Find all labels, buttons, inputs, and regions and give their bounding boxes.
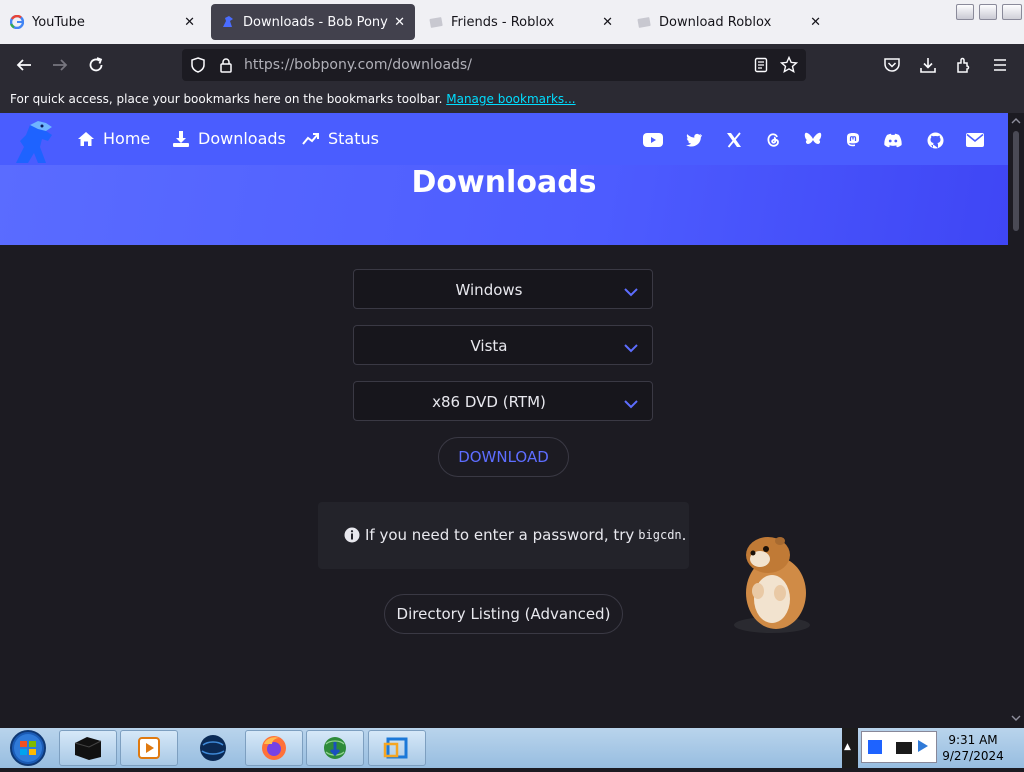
download-icon xyxy=(173,130,189,147)
taskbar-app-terminal[interactable] xyxy=(59,730,117,766)
tray-overflow-icon[interactable]: ▲ xyxy=(844,742,851,752)
bobpony-logo[interactable] xyxy=(12,117,64,165)
notice-text: If you need to enter a password, try xyxy=(365,526,635,544)
notice-period: . xyxy=(681,526,687,544)
tab-label: Friends - Roblox xyxy=(451,14,555,30)
build-select-value: x86 DVD (RTM) xyxy=(432,393,546,411)
download-button[interactable]: DOWNLOAD xyxy=(438,437,569,477)
nav-downloads-label: Downloads xyxy=(198,129,286,148)
taskbar: ▲ 9:31 AM 9/27/2024 xyxy=(0,728,1024,768)
pocket-icon[interactable] xyxy=(881,54,903,76)
version-select[interactable]: Vista xyxy=(353,325,653,365)
tab-download-roblox[interactable]: Download Roblox ✕ xyxy=(627,4,831,40)
version-select-value: Vista xyxy=(470,337,508,355)
manage-bookmarks-link[interactable]: Manage bookmarks... xyxy=(446,92,575,106)
twitter-icon[interactable] xyxy=(684,131,704,149)
url-host: https://bobpony.com xyxy=(244,57,388,73)
build-select[interactable]: x86 DVD (RTM) xyxy=(353,381,653,421)
forward-icon[interactable] xyxy=(49,54,71,76)
google-g-icon xyxy=(10,15,24,29)
close-icon[interactable]: ✕ xyxy=(394,15,405,30)
trend-up-icon xyxy=(302,132,319,145)
minimize-button[interactable] xyxy=(956,4,974,20)
nav-home-label: Home xyxy=(103,129,151,148)
hamster-sticker xyxy=(728,527,814,635)
start-button[interactable] xyxy=(4,728,50,768)
hero-banner: Home Downloads Status Downloads xyxy=(0,113,1008,245)
threads-icon[interactable] xyxy=(763,131,783,149)
taskbar-app-media-player[interactable] xyxy=(120,730,178,766)
chevron-down-icon xyxy=(624,394,638,413)
nav-status[interactable]: Status xyxy=(302,129,379,148)
youtube-icon[interactable] xyxy=(643,131,663,149)
password-notice: If you need to enter a password, try big… xyxy=(318,502,689,569)
bluesky-icon[interactable] xyxy=(803,131,823,149)
roblox-icon xyxy=(637,15,651,29)
extensions-icon[interactable] xyxy=(953,54,975,76)
taskbar-app-internet-download-manager[interactable] xyxy=(306,730,364,766)
reader-view-icon[interactable] xyxy=(750,54,772,76)
bookmarks-toolbar: For quick access, place your bookmarks h… xyxy=(0,86,1024,113)
roblox-icon xyxy=(429,15,443,29)
system-clock[interactable]: 9:31 AM 9/27/2024 xyxy=(938,732,1008,764)
close-window-button[interactable] xyxy=(1002,4,1022,20)
close-icon[interactable]: ✕ xyxy=(810,15,821,30)
bookmark-star-icon[interactable] xyxy=(778,54,800,76)
chevron-down-icon xyxy=(624,282,638,301)
github-icon[interactable] xyxy=(925,131,945,149)
page-content: Home Downloads Status Downloads Windows … xyxy=(0,113,1008,728)
url-path: /downloads/ xyxy=(387,57,472,73)
reload-icon[interactable] xyxy=(85,54,107,76)
os-select-value: Windows xyxy=(455,281,523,299)
info-icon xyxy=(344,527,360,543)
x-icon[interactable] xyxy=(724,131,744,149)
discord-icon[interactable] xyxy=(883,131,903,149)
shield-icon[interactable] xyxy=(187,54,209,76)
close-icon[interactable]: ✕ xyxy=(602,15,613,30)
nav-downloads[interactable]: Downloads xyxy=(172,129,286,148)
lock-icon[interactable] xyxy=(215,54,237,76)
bobpony-icon xyxy=(221,15,235,29)
notice-content: If you need to enter a password, try big… xyxy=(344,526,686,544)
bookmarks-hint-text: For quick access, place your bookmarks h… xyxy=(10,92,443,106)
vertical-scrollbar[interactable] xyxy=(1008,113,1024,728)
taskbar-app-virtualbox[interactable] xyxy=(368,730,426,766)
tray-app-icons[interactable] xyxy=(861,731,937,763)
tab-strip: YouTube ✕ Downloads - Bob Pony ✕ Friends… xyxy=(0,0,1024,44)
nav-home[interactable]: Home xyxy=(77,129,150,148)
tab-label: YouTube xyxy=(32,14,85,30)
back-icon[interactable] xyxy=(13,54,35,76)
directory-listing-button[interactable]: Directory Listing (Advanced) xyxy=(384,594,623,634)
menu-icon[interactable] xyxy=(989,54,1011,76)
taskbar-app-firefox[interactable] xyxy=(245,730,303,766)
chevron-down-icon xyxy=(624,338,638,357)
clock-time: 9:31 AM xyxy=(948,733,998,747)
tab-label: Downloads - Bob Pony xyxy=(243,14,388,30)
notice-code: bigcdn xyxy=(638,528,682,542)
site-navbar: Home Downloads Status xyxy=(0,113,1008,165)
address-bar[interactable]: https://bobpony.com/downloads/ xyxy=(182,49,806,81)
navigation-toolbar: https://bobpony.com/downloads/ xyxy=(0,44,1024,86)
tab-youtube[interactable]: YouTube ✕ xyxy=(0,4,205,40)
tab-friends-roblox[interactable]: Friends - Roblox ✕ xyxy=(419,4,623,40)
page-title: Downloads xyxy=(411,165,597,200)
url-text: https://bobpony.com/downloads/ xyxy=(244,57,472,73)
mail-icon[interactable] xyxy=(965,131,985,149)
nav-status-label: Status xyxy=(328,129,379,148)
mastodon-icon[interactable] xyxy=(843,131,863,149)
close-icon[interactable]: ✕ xyxy=(184,15,195,30)
home-icon xyxy=(78,131,94,146)
downloads-icon[interactable] xyxy=(917,54,939,76)
tab-label: Download Roblox xyxy=(659,14,772,30)
taskbar-app-globe[interactable] xyxy=(184,730,242,766)
bookmarks-hint: For quick access, place your bookmarks h… xyxy=(10,92,576,106)
clock-date: 9/27/2024 xyxy=(942,749,1004,763)
restore-button[interactable] xyxy=(979,4,997,20)
tab-bobpony-downloads[interactable]: Downloads - Bob Pony ✕ xyxy=(211,4,415,40)
os-select[interactable]: Windows xyxy=(353,269,653,309)
